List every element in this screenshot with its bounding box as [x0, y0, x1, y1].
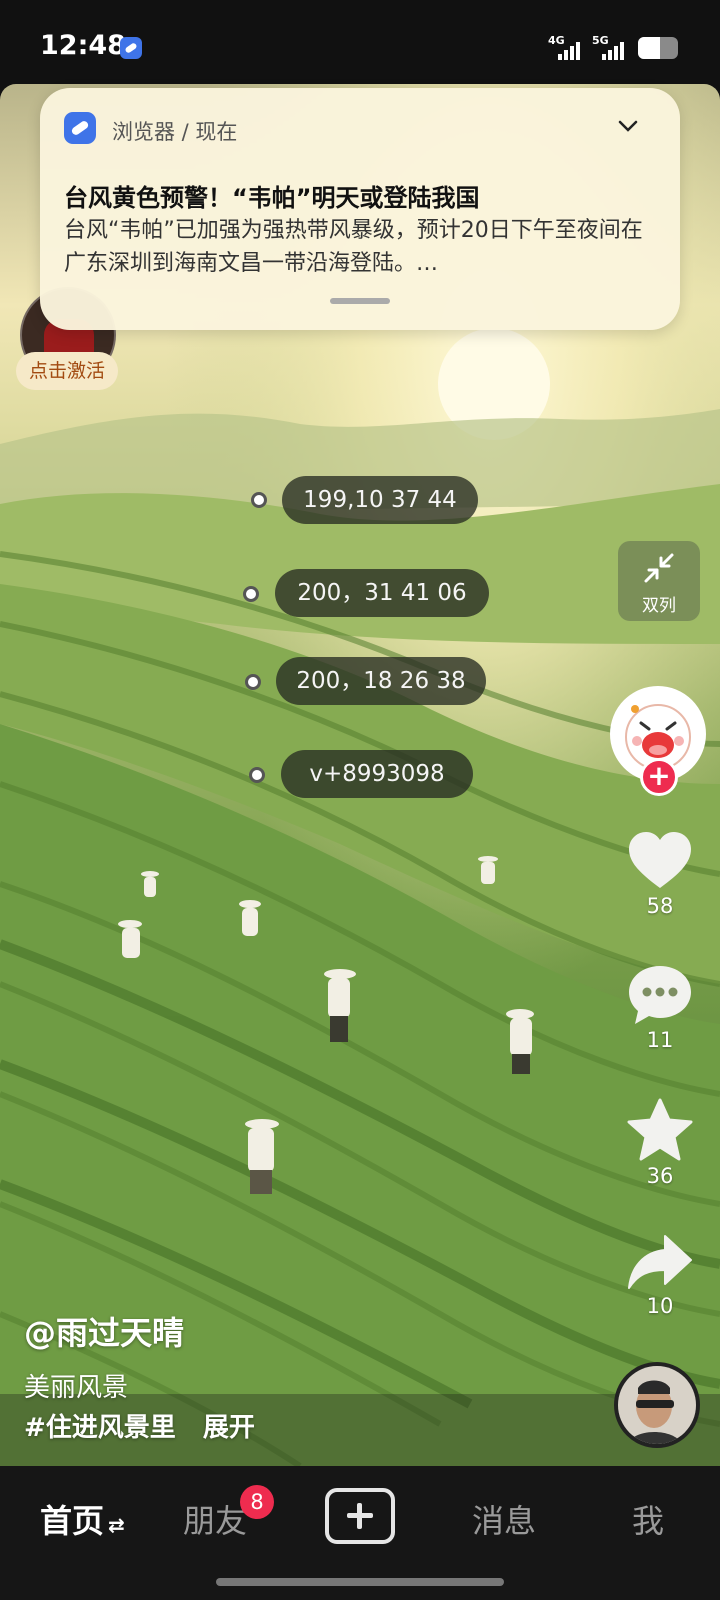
- signal-5g-icon: 5G: [592, 34, 636, 60]
- notification-title: 台风黄色预警！“韦帕”明天或登陆我国: [64, 184, 480, 212]
- annotation-dot: [245, 674, 261, 690]
- video-description: 美丽风景: [24, 1373, 129, 1403]
- star-icon: [627, 1098, 693, 1161]
- heart-icon: [629, 832, 691, 888]
- annotation-dot: [249, 767, 265, 783]
- annotation-pill[interactable]: 200，18 26 38: [276, 657, 486, 705]
- favorite-button[interactable]: 36: [618, 1098, 702, 1188]
- notification-banner[interactable]: 浏览器 / 现在 台风黄色预警！“韦帕”明天或登陆我国 台风“韦帕”已加强为强热…: [40, 88, 680, 330]
- annotation-dot: [251, 492, 267, 508]
- browser-app-icon: [64, 112, 96, 144]
- status-time: 12:48: [40, 30, 126, 61]
- share-arrow-icon: [628, 1235, 692, 1289]
- annotation-pill[interactable]: 199,10 37 44: [282, 476, 478, 524]
- nav-friends[interactable]: 朋友: [183, 1496, 247, 1542]
- comment-bubble-icon: [629, 966, 691, 1024]
- notification-body: 台风“韦帕”已加强为强热带风暴级，预计20日下午至夜间在广东深圳到海南文昌一带沿…: [64, 218, 643, 276]
- music-avatar-icon: [618, 1366, 696, 1444]
- home-indicator[interactable]: [216, 1578, 504, 1586]
- nav-home-label: 首页: [40, 1502, 105, 1540]
- comment-count: 11: [646, 1028, 674, 1052]
- hashtag-row: #住进风景里 展开: [24, 1407, 255, 1444]
- battery-icon: [638, 37, 678, 59]
- dual-column-button[interactable]: 双列: [618, 541, 700, 621]
- favorite-count: 36: [646, 1164, 674, 1188]
- author-name[interactable]: @雨过天晴: [24, 1308, 184, 1354]
- browser-app-icon: [120, 37, 142, 59]
- annotation-pill[interactable]: 200，31 41 06: [275, 569, 489, 617]
- create-post-button[interactable]: [325, 1488, 395, 1544]
- chevron-down-icon[interactable]: [616, 114, 640, 138]
- annotation-dot: [243, 586, 259, 602]
- follow-button[interactable]: +: [640, 758, 678, 796]
- friends-badge: 8: [240, 1485, 274, 1519]
- battery-level: [638, 37, 660, 59]
- like-button[interactable]: 58: [618, 830, 702, 918]
- switch-arrows-icon: ⇄: [108, 1513, 125, 1537]
- nav-messages[interactable]: 消息: [472, 1496, 536, 1542]
- notification-handle[interactable]: [330, 298, 390, 304]
- collapse-arrows-icon: [644, 553, 674, 583]
- hashtag-link[interactable]: #住进风景里: [24, 1413, 176, 1443]
- annotation-pill[interactable]: v+8993098: [281, 750, 473, 798]
- nav-me[interactable]: 我: [632, 1496, 664, 1542]
- comment-button[interactable]: 11: [618, 964, 702, 1052]
- activate-badge[interactable]: 点击激活: [16, 352, 118, 390]
- notification-source: 浏览器 / 现在: [112, 120, 238, 144]
- share-count: 10: [646, 1294, 674, 1318]
- expand-button[interactable]: 展开: [203, 1413, 255, 1443]
- status-bar: 12:48 4G 5G: [0, 0, 720, 84]
- music-disc[interactable]: [614, 1362, 700, 1448]
- like-count: 58: [646, 894, 674, 918]
- nav-home[interactable]: 首页 ⇄: [40, 1496, 125, 1542]
- dual-column-label: 双列: [642, 596, 676, 616]
- signal-4g-icon: 4G: [548, 34, 592, 60]
- share-button[interactable]: 10: [618, 1232, 702, 1318]
